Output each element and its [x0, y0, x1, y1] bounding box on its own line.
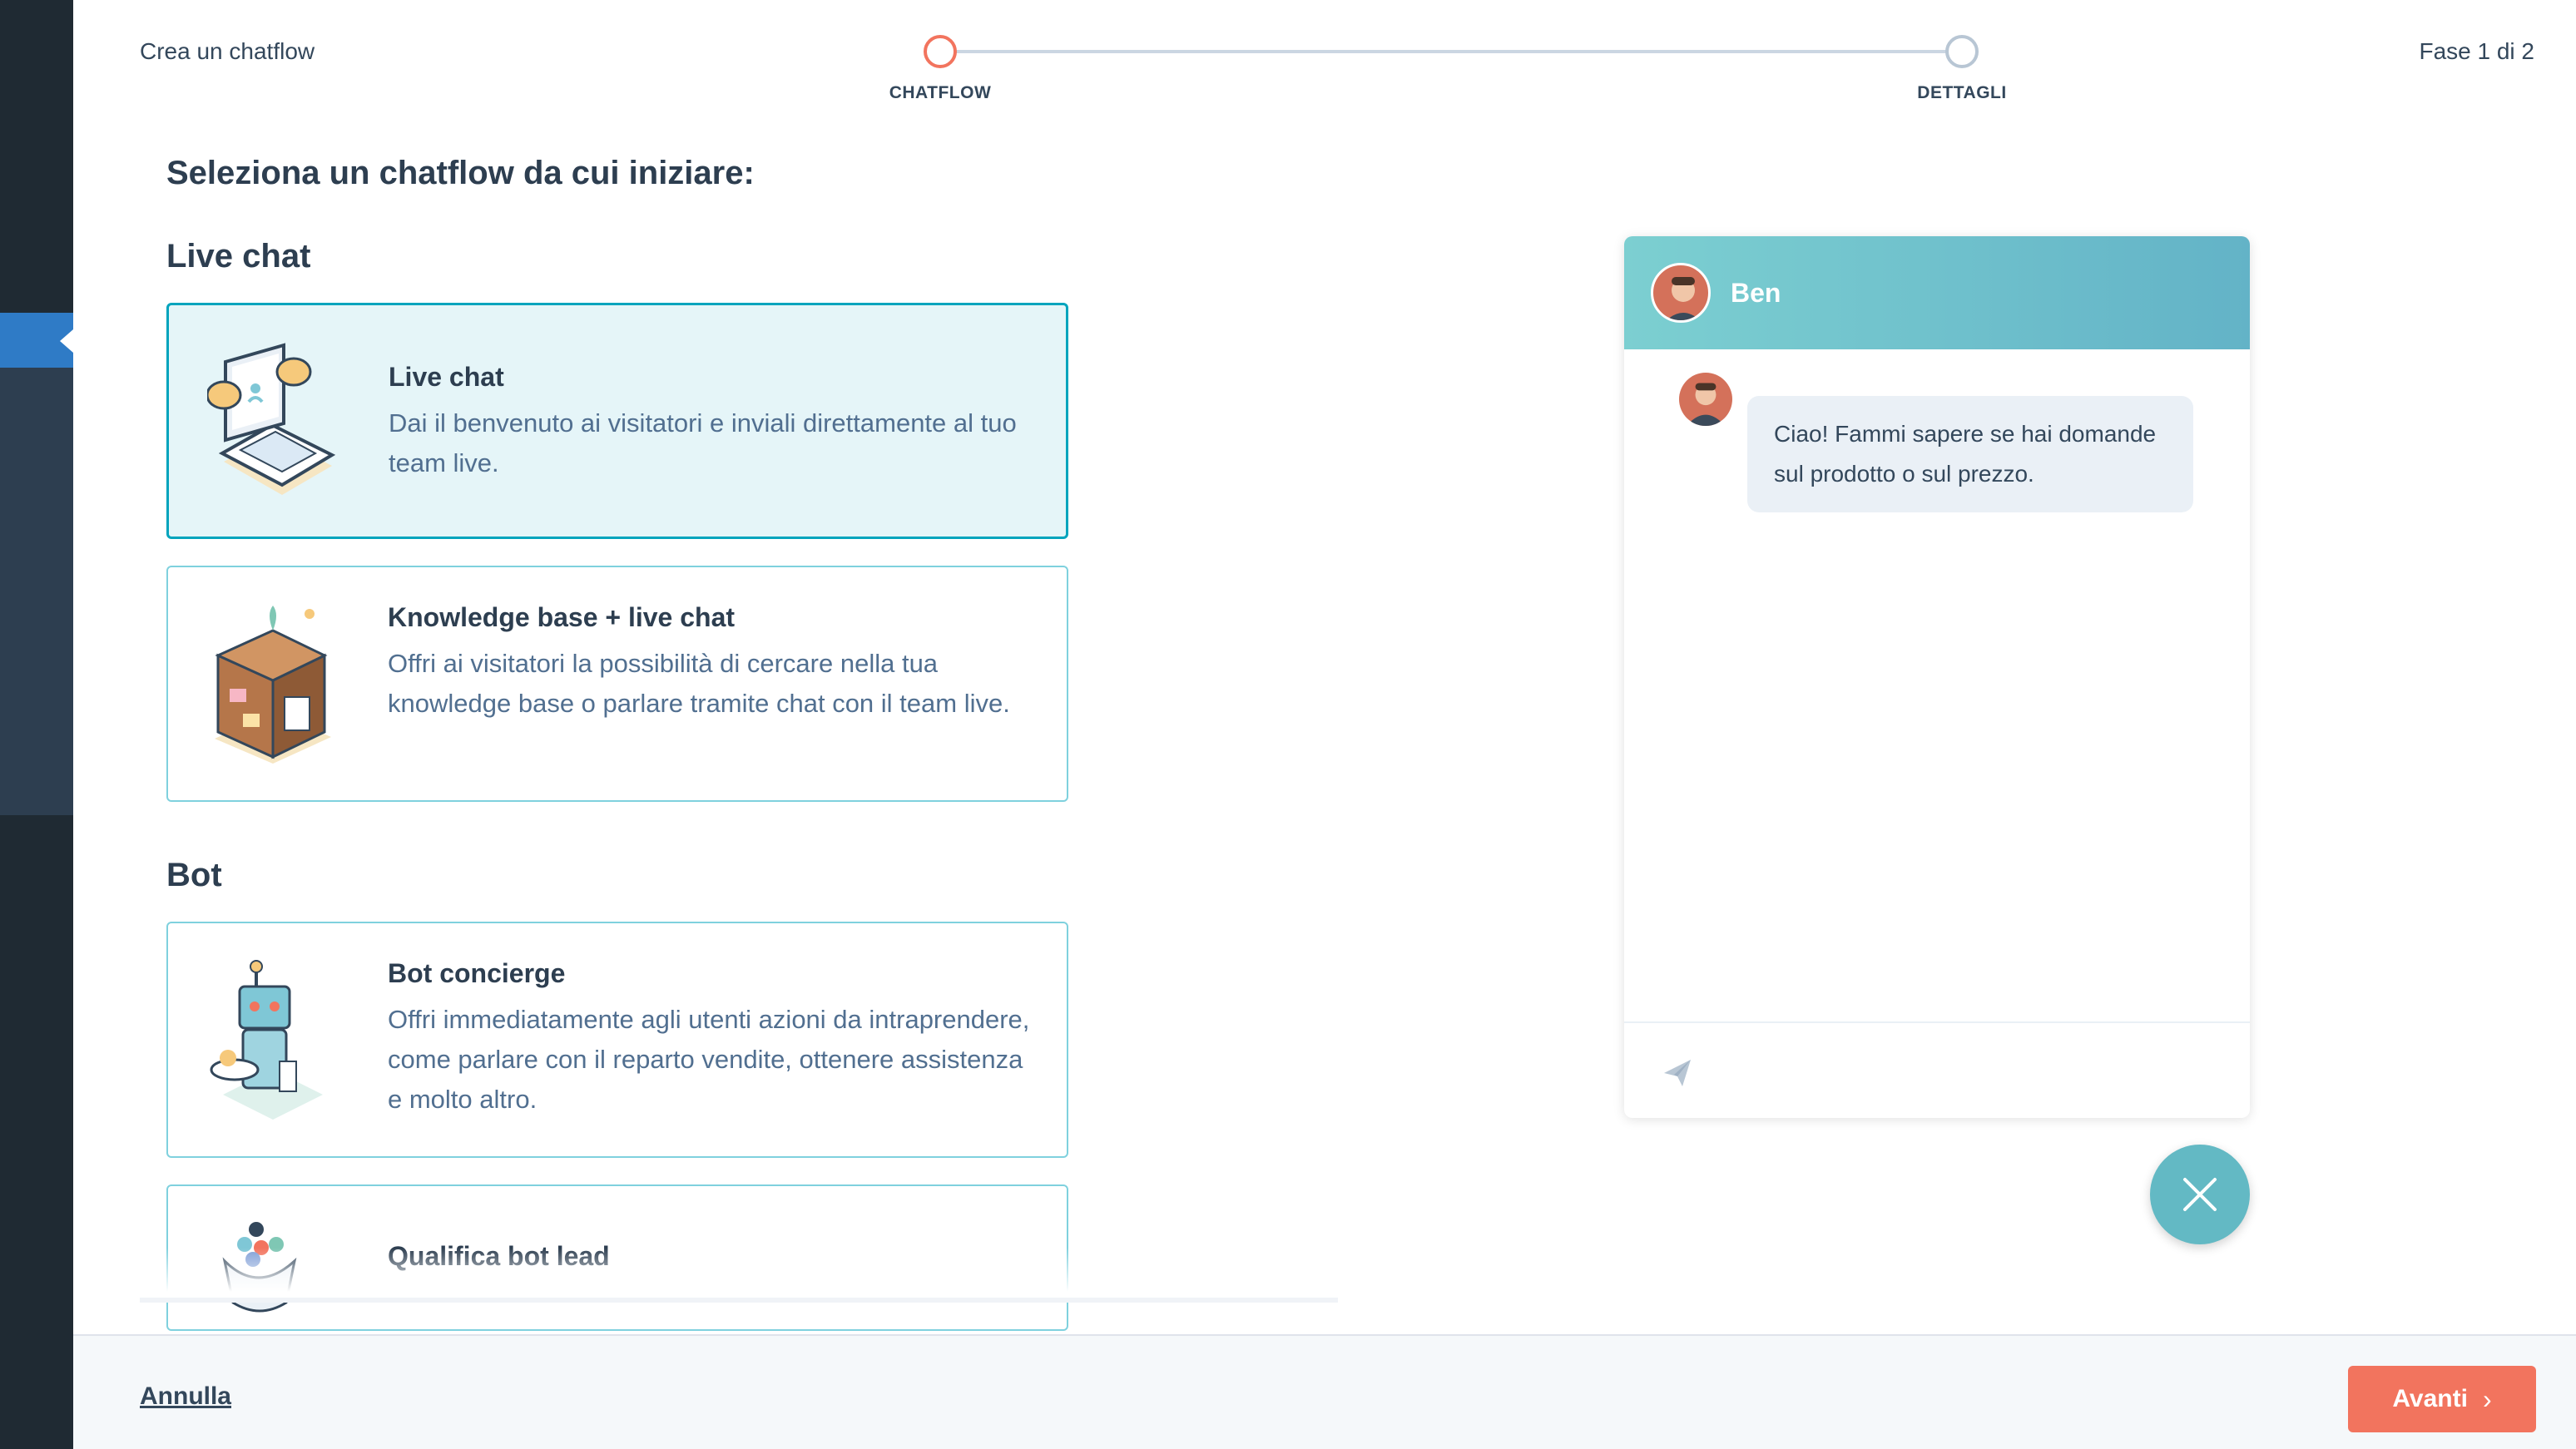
close-icon: [2183, 1178, 2217, 1211]
chatflow-card-live-chat[interactable]: Live chat Dai il benvenuto ai visitatori…: [166, 303, 1068, 539]
chatflow-card-knowledge-base[interactable]: Knowledge base + live chat Offri ai visi…: [166, 566, 1068, 802]
next-button[interactable]: Avanti ›: [2348, 1366, 2536, 1432]
wizard-footer: Annulla Avanti ›: [73, 1334, 2576, 1449]
wizard-header: Crea un chatflow CHATFLOW DETTAGLI Fase …: [73, 0, 2576, 102]
chat-widget-preview: Ben Ciao! Fammi sapere se hai domande su…: [1624, 236, 2250, 1118]
card-title: Knowledge base + live chat: [388, 602, 736, 632]
next-button-label: Avanti: [2392, 1385, 2468, 1412]
filing-cabinet-illustration: [215, 606, 331, 764]
step-details-dot: [1945, 35, 1979, 68]
page-title: Crea un chatflow: [140, 38, 315, 64]
message-avatar: [1679, 373, 1732, 426]
chat-header: Ben: [1624, 236, 2250, 349]
card-description: Offri immediatamente agli utenti azioni …: [388, 1005, 1030, 1114]
card-description: Dai il benvenuto ai visitatori e inviali…: [389, 408, 1017, 477]
sidebar-active-indicator: [60, 329, 73, 353]
cancel-link[interactable]: Annulla: [140, 1382, 231, 1411]
section-title-live-chat: Live chat: [166, 238, 311, 274]
scroll-fade: [140, 1248, 1338, 1303]
step-chatflow-dot: [924, 35, 957, 68]
laptop-chat-illustration: [207, 343, 336, 495]
card-title: Bot concierge: [388, 958, 566, 988]
app-sidebar: [0, 0, 73, 1449]
agent-avatar: [1651, 263, 1711, 323]
paper-plane-icon[interactable]: [1661, 1056, 1694, 1090]
progress-stepper: CHATFLOW DETTAGLI: [839, 17, 2006, 102]
chatflow-card-bot-concierge[interactable]: Bot concierge Offri immediatamente agli …: [166, 922, 1068, 1158]
step-chatflow-label: CHATFLOW: [889, 83, 992, 102]
phase-indicator: Fase 1 di 2: [2419, 38, 2534, 64]
robot-illustration: [210, 960, 323, 1120]
card-title: Live chat: [389, 362, 504, 392]
sidebar-panel: [0, 313, 73, 815]
chat-close-button[interactable]: [2150, 1145, 2250, 1244]
step-details-label: DETTAGLI: [1917, 83, 2007, 102]
chevron-right-icon: ›: [2482, 1383, 2492, 1414]
chat-input-area[interactable]: [1624, 1021, 2250, 1118]
card-description: Offri ai visitatori la possibilità di ce…: [388, 649, 1010, 718]
chat-message-bubble: Ciao! Fammi sapere se hai domande sul pr…: [1747, 396, 2193, 512]
main-heading: Seleziona un chatflow da cui iniziare:: [166, 155, 755, 191]
stepper-line: [940, 50, 1962, 53]
agent-name: Ben: [1731, 278, 1781, 308]
section-title-bot: Bot: [166, 857, 222, 893]
scroll-edge: [140, 1298, 1338, 1303]
